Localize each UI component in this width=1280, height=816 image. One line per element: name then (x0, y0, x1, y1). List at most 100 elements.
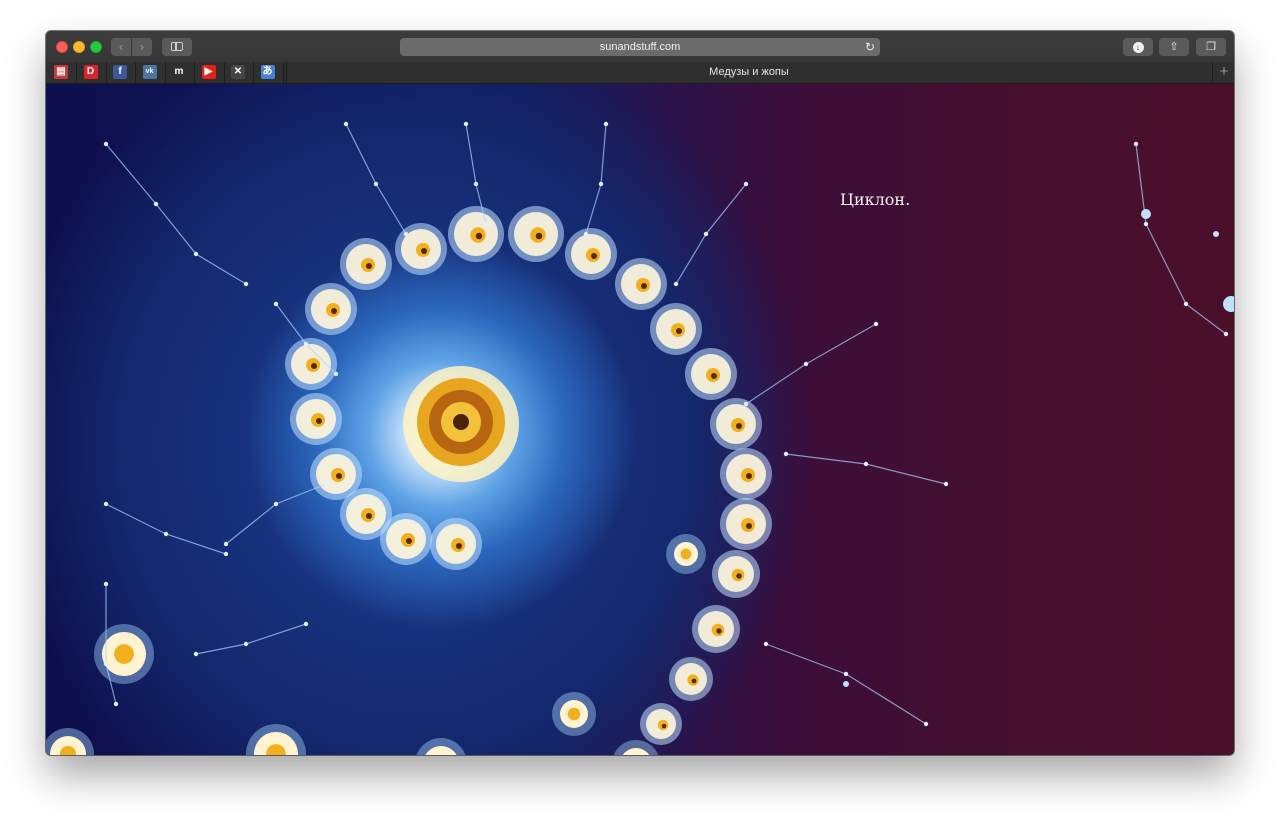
fractal-branch (105, 143, 247, 285)
fractal-spiral-core (456, 543, 462, 549)
fractal-branch-node (163, 531, 169, 537)
fractal-spiral-core (676, 328, 682, 334)
show-all-tabs-button[interactable]: ❐ (1196, 38, 1226, 56)
fractal-spiral-core (316, 418, 322, 424)
fractal-branch-node (303, 341, 309, 347)
favorites-separator (76, 62, 77, 83)
fractal-branch-node (1133, 141, 1139, 147)
fractal-branch (105, 503, 227, 555)
fractal-spiral-core (475, 232, 483, 240)
fractal-branch (225, 483, 327, 545)
fractal-mini-spiral (114, 644, 134, 664)
fractal-branch-node (1223, 331, 1229, 337)
fractal-branch-node (343, 121, 349, 127)
fractal-branch-node (223, 551, 229, 557)
fractal-branch-node (103, 141, 109, 147)
sidebar-icon (171, 42, 183, 51)
fractal-branch-node (243, 281, 249, 287)
fractal-spiral-core (716, 628, 722, 634)
toolbar: ‹ › sunandstuff.com ↻ ↓ ⇧ ❐ (46, 31, 1234, 63)
chevron-right-icon: › (140, 40, 144, 54)
fractal-branch-node (1143, 221, 1149, 227)
letter-m-icon[interactable]: m (172, 65, 186, 79)
zoom-window-button[interactable] (90, 41, 102, 53)
letter-d-icon[interactable]: D (83, 65, 98, 79)
download-icon: ↓ (1132, 41, 1144, 53)
fractal-spiral-core (661, 723, 667, 729)
fractal-spiral-core (366, 513, 372, 519)
fractal-spiral-core (421, 248, 427, 254)
favorites-separator (135, 62, 136, 83)
fractal-edge-bulb (1141, 209, 1151, 219)
fractal-spiral-core (311, 363, 317, 369)
youtube-icon[interactable]: ▶ (201, 65, 216, 79)
fractal-branch-node (323, 481, 329, 487)
fractal-mini-spiral (680, 548, 692, 560)
share-icon: ⇧ (1169, 41, 1179, 53)
share-button[interactable]: ⇧ (1159, 38, 1189, 56)
fractal-branch-node (703, 231, 709, 237)
fractal-branch-node (673, 281, 679, 287)
minimize-window-button[interactable] (73, 41, 85, 53)
fractal-branch-node (743, 181, 749, 187)
favorites-separator (194, 62, 195, 83)
close-window-button[interactable] (56, 41, 68, 53)
facebook-icon[interactable]: f (113, 65, 127, 79)
fractal-branch-node (103, 581, 109, 587)
plus-icon: + (1219, 63, 1229, 80)
url-text: sunandstuff.com (599, 41, 681, 53)
fractal-branch-node (473, 181, 479, 187)
fractal-branch-node (333, 371, 339, 377)
address-bar[interactable]: sunandstuff.com ↻ (400, 38, 880, 56)
fractal-branch-node (403, 231, 409, 237)
fractal-mini-spiral (567, 707, 581, 721)
fractal-branch-node (153, 201, 159, 207)
fractal-edge-bulb (1213, 231, 1219, 237)
fractal-branch (1135, 143, 1227, 335)
fractal-edge-bulb (843, 681, 849, 687)
tabs-icon: ❐ (1206, 41, 1216, 53)
fractal-branch-node (303, 621, 309, 627)
fractal-branch-node (783, 451, 789, 457)
active-tab[interactable]: Медузы и жопы (286, 62, 1211, 83)
favorites-separator (164, 62, 166, 83)
fractal-spiral-core (366, 263, 372, 269)
sidebar-toggle-button[interactable] (162, 38, 192, 56)
new-tab-button[interactable]: + (1212, 62, 1234, 83)
fractal-spiral-core (736, 573, 742, 579)
vk-icon[interactable]: vk (142, 65, 157, 79)
fractal-branch-node (193, 251, 199, 257)
reload-icon[interactable]: ↻ (865, 38, 875, 56)
back-button[interactable]: ‹ (111, 38, 131, 56)
downloads-button[interactable]: ↓ (1123, 38, 1153, 56)
fractal-branch-node (463, 121, 469, 127)
fractal-branch-node (603, 121, 609, 127)
fractal-branch (785, 453, 947, 485)
page-content: Циклон. (46, 84, 1234, 755)
fractal-branch-node (373, 181, 379, 187)
fractal-branch-node (873, 321, 879, 327)
fractal-spiral-core (591, 253, 597, 259)
fractal-core-eye (453, 414, 469, 430)
forward-button[interactable]: › (132, 38, 152, 56)
pattern-icon[interactable]: ✕ (231, 65, 245, 79)
fractal-branch-node (743, 401, 749, 407)
fractal-branch-node (843, 671, 849, 677)
browser-window: ‹ › sunandstuff.com ↻ ↓ ⇧ ❐ ▤ Df vk m ▶ ✕ あ Ме… (46, 31, 1234, 755)
fractal-branch (745, 323, 877, 405)
window-icon[interactable]: ▤ (54, 65, 68, 79)
fractal-branch-node (273, 301, 279, 307)
translate-icon[interactable]: あ (260, 65, 275, 79)
fractal-branch-node (223, 541, 229, 547)
fractal-branch (345, 123, 407, 235)
fractal-branch-node (598, 181, 604, 187)
fractal-branch-node (113, 701, 119, 707)
fractal-branch (585, 123, 607, 235)
favorites-separator (282, 62, 284, 83)
fractal-branch-node (103, 661, 109, 667)
fractal-edge-bulb (1223, 296, 1234, 312)
favorites-separator (253, 62, 254, 83)
tab-title-text: Медузы и жопы (709, 66, 789, 78)
fractal-spiral-core (336, 473, 342, 479)
fractal-spiral-core (736, 423, 742, 429)
